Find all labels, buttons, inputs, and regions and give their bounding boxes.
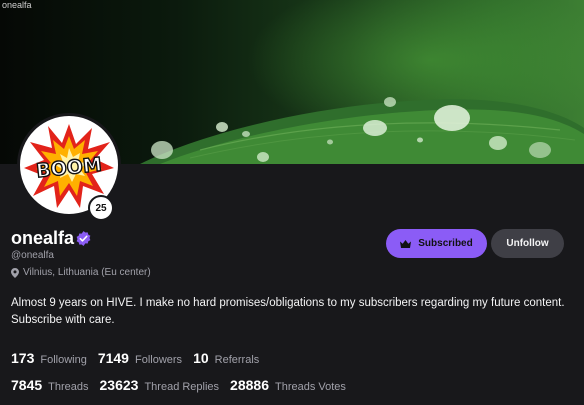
- thread-replies-label: Thread Replies: [144, 381, 220, 393]
- unfollow-button[interactable]: Unfollow: [491, 229, 564, 258]
- profile-username: onealfa: [11, 228, 75, 248]
- referrals-count: 10: [193, 350, 209, 366]
- referrals-stat[interactable]: 10 Referrals: [193, 350, 259, 366]
- profile-location: Vilnius, Lithuania (Eu center): [11, 267, 151, 278]
- location-text: Vilnius, Lithuania (Eu center): [23, 267, 151, 278]
- thread-replies-count: 23623: [99, 377, 139, 393]
- social-stats-row: 173 Following 7149 Followers 10 Referral…: [11, 350, 270, 366]
- verified-badge-icon: [76, 231, 91, 246]
- followers-count: 7149: [97, 350, 129, 366]
- threads-votes-label: Threads Votes: [274, 381, 346, 393]
- referrals-label: Referrals: [214, 354, 260, 366]
- threads-stat: 7845 Threads: [11, 377, 89, 393]
- followers-label: Followers: [134, 354, 183, 366]
- threads-label: Threads: [48, 381, 89, 393]
- following-label: Following: [40, 354, 87, 366]
- following-count: 173: [11, 350, 35, 366]
- threads-count: 7845: [11, 377, 43, 393]
- thread-stats-row: 7845 Threads 23623 Thread Replies 28886 …: [11, 377, 357, 393]
- threads-votes-count: 28886: [230, 377, 269, 393]
- unfollow-button-label: Unfollow: [506, 238, 549, 249]
- threads-votes-stat: 28886 Threads Votes: [230, 377, 346, 393]
- profile-bio: Almost 9 years on HIVE. I make no hard p…: [11, 297, 565, 326]
- followers-stat[interactable]: 7149 Followers: [98, 350, 182, 366]
- subscribed-button-label: Subscribed: [418, 238, 473, 249]
- reputation-level-badge: 25: [88, 195, 114, 221]
- profile-handle: @onealfa: [11, 250, 54, 261]
- following-stat[interactable]: 173 Following: [11, 350, 87, 366]
- location-pin-icon: [11, 267, 19, 278]
- banner-alt-text: onealfa: [2, 0, 32, 10]
- subscribed-button[interactable]: Subscribed: [386, 229, 487, 258]
- thread-replies-stat: 23623 Thread Replies: [100, 377, 220, 393]
- crown-icon: [400, 239, 412, 248]
